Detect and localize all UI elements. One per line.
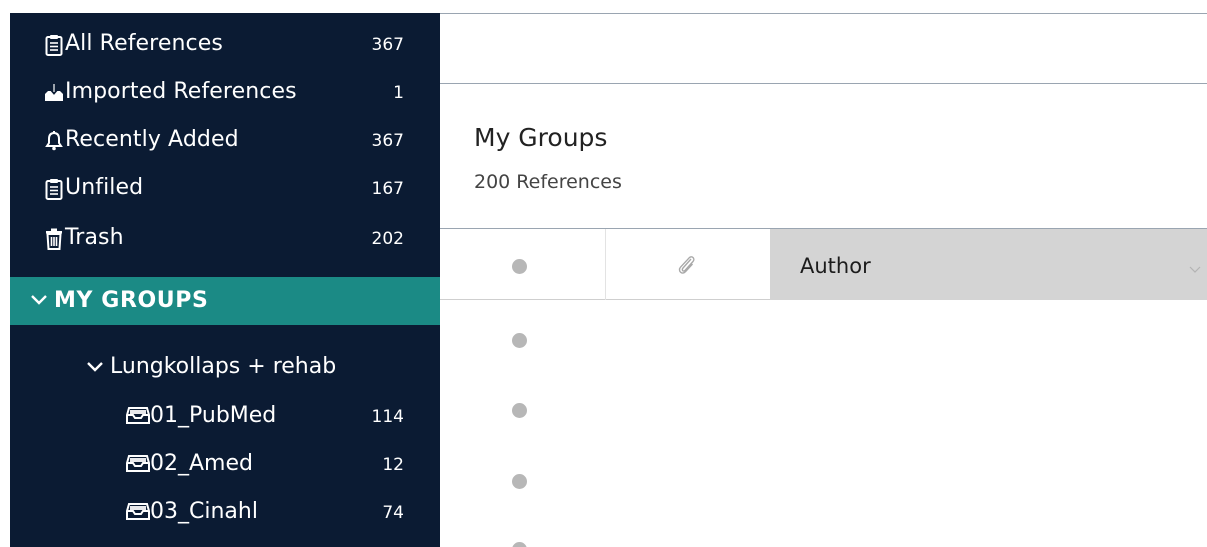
sidebar-item-all-references[interactable]: All References 367: [10, 22, 440, 66]
sidebar: All References 367 Imported References 1…: [10, 13, 440, 547]
my-groups-header[interactable]: MY GROUPS: [10, 277, 440, 325]
chevron-down-icon: [86, 359, 104, 378]
sidebar-item-unfiled[interactable]: Unfiled 167: [10, 166, 440, 210]
inbox-icon: [126, 405, 150, 429]
chevron-down-icon[interactable]: [1189, 259, 1201, 278]
inbox-icon: [126, 453, 150, 477]
sidebar-item-label: All References: [65, 31, 223, 56]
sidebar-item-count: 1: [393, 83, 404, 103]
table-header: Author: [440, 228, 1207, 300]
group-item-count: 74: [382, 503, 404, 523]
page-title: My Groups: [474, 123, 608, 152]
trash-icon: [44, 228, 64, 250]
column-author-label: Author: [800, 254, 871, 278]
group-item-02-amed[interactable]: 02_Amed 12: [10, 442, 440, 486]
group-item-label: 03_Cinahl: [150, 499, 258, 524]
sidebar-item-count: 167: [371, 179, 404, 199]
bell-icon: [44, 130, 64, 152]
group-set-label: Lungkollaps + rehab: [110, 354, 337, 379]
toolbar: [440, 13, 1207, 84]
read-status-dot-icon[interactable]: [512, 542, 527, 547]
read-status-dot-icon[interactable]: [512, 474, 527, 489]
clipboard-icon: [44, 34, 64, 56]
column-author[interactable]: Author: [770, 229, 1207, 300]
group-item-01-pubmed[interactable]: 01_PubMed 114: [10, 394, 440, 438]
column-read-status[interactable]: [440, 229, 606, 300]
sidebar-item-recently-added[interactable]: Recently Added 367: [10, 118, 440, 162]
my-groups-label: MY GROUPS: [54, 288, 209, 313]
sidebar-item-count: 367: [371, 131, 404, 151]
chevron-down-icon: [30, 292, 48, 311]
group-item-count: 12: [382, 455, 404, 475]
read-status-dot-icon[interactable]: [512, 403, 527, 418]
sidebar-item-label: Recently Added: [65, 127, 239, 152]
group-item-count: 114: [371, 407, 404, 427]
group-item-label: 01_PubMed: [150, 403, 277, 428]
group-item-03-cinahl[interactable]: 03_Cinahl 74: [10, 490, 440, 534]
group-set-lungkollaps[interactable]: Lungkollaps + rehab: [10, 345, 440, 389]
sidebar-item-label: Trash: [65, 225, 124, 250]
sidebar-item-count: 202: [371, 229, 404, 249]
sidebar-item-label: Imported References: [65, 79, 297, 104]
inbox-icon: [126, 501, 150, 525]
clipboard-icon: [44, 178, 64, 200]
paperclip-icon: [676, 253, 698, 281]
import-icon: [44, 82, 64, 104]
read-status-dot-icon[interactable]: [512, 333, 527, 348]
column-attachment[interactable]: [606, 229, 771, 300]
sidebar-item-count: 367: [371, 35, 404, 55]
sidebar-item-label: Unfiled: [65, 175, 144, 200]
reference-count: 200 References: [474, 171, 622, 193]
sidebar-item-imported-references[interactable]: Imported References 1: [10, 70, 440, 114]
sidebar-item-trash[interactable]: Trash 202: [10, 216, 440, 260]
group-item-label: 02_Amed: [150, 451, 253, 476]
read-status-dot-icon: [512, 259, 527, 274]
